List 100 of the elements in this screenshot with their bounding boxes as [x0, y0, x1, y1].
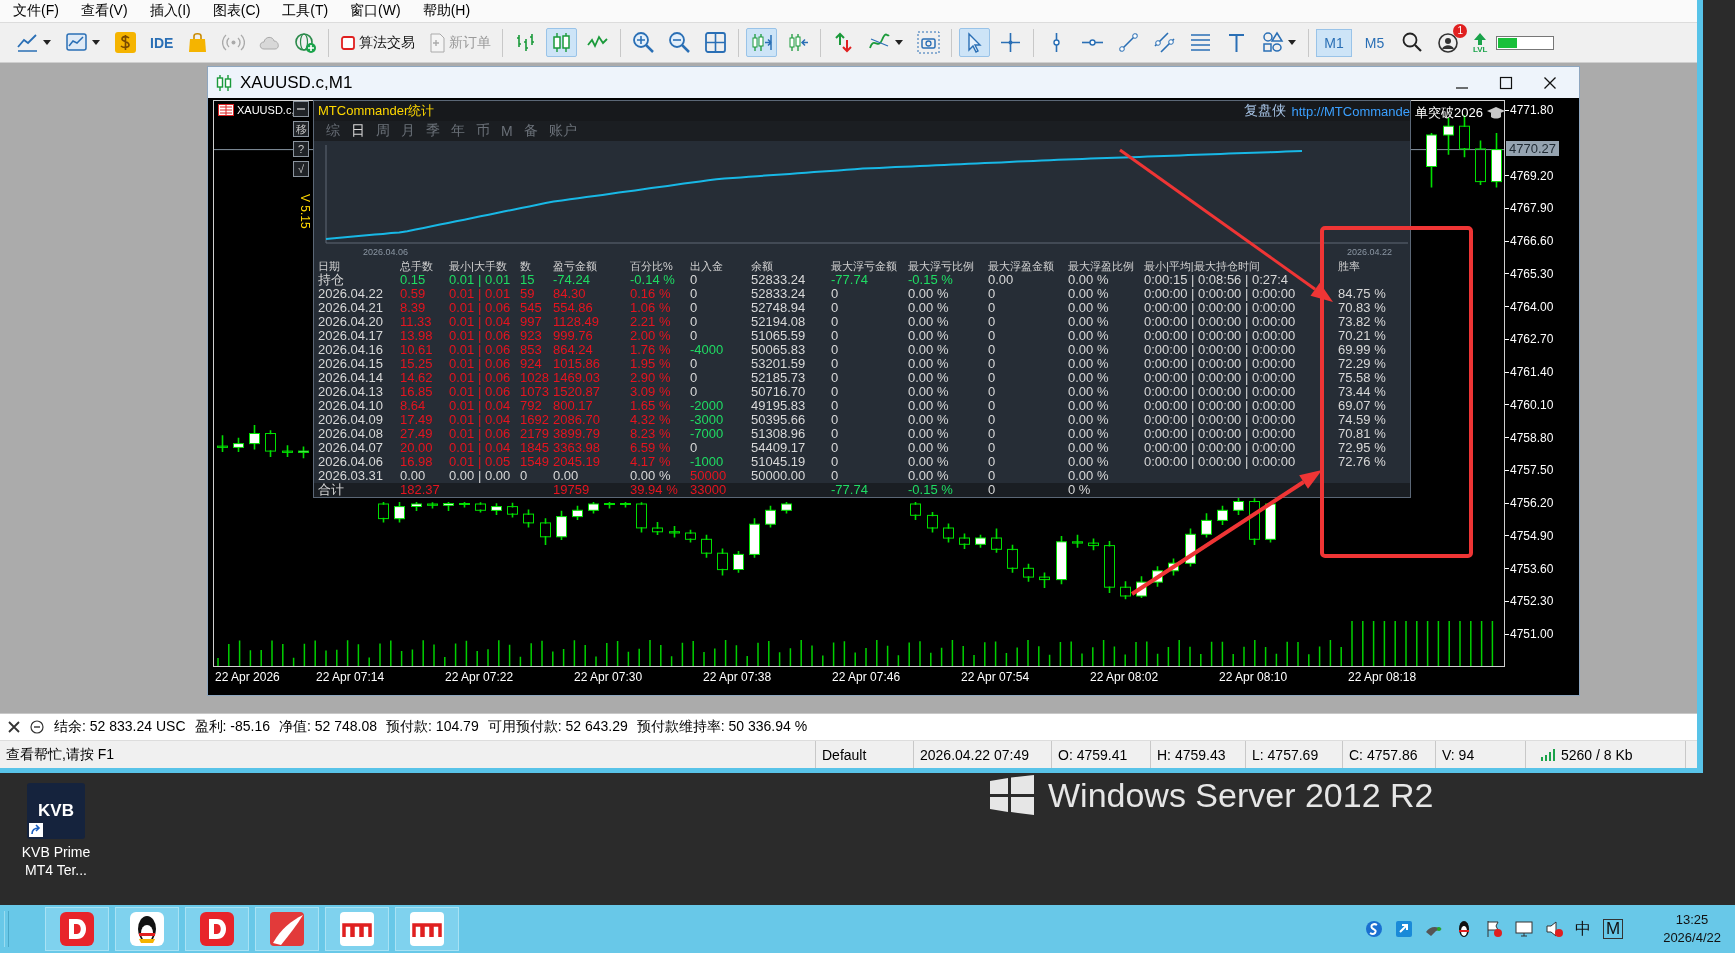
menu-item[interactable]: 文件(F) [4, 2, 72, 20]
dollar-icon[interactable] [114, 31, 137, 54]
speaker-muted-icon[interactable] [1545, 920, 1563, 938]
clock-date[interactable]: 2026/4/22 [1663, 929, 1721, 947]
close-icon[interactable] [1543, 75, 1557, 90]
caret-icon[interactable] [91, 39, 101, 46]
table-cell-text: 70.83 % [1338, 301, 1387, 315]
algo-trading-button[interactable]: 算法交易 [336, 30, 420, 55]
period-tab[interactable]: 日 [351, 122, 365, 140]
timeframe-tab[interactable]: M1 [1316, 28, 1352, 57]
table-cell-text: 20.00 [400, 441, 434, 455]
input-method-indicator[interactable]: 中 [1575, 918, 1591, 940]
arrow-square-icon[interactable] [1395, 920, 1413, 938]
clock-time[interactable]: 13:25 [1675, 911, 1709, 929]
cursor-button[interactable] [959, 28, 991, 57]
table-cell-text: 0:00:00 | 0:00:00 | 0:00:00 [1144, 427, 1297, 441]
caret-icon[interactable] [42, 39, 52, 46]
table-cell-text: 2026.04.08 [318, 427, 385, 441]
table-cell-text: -74.24 [553, 273, 591, 287]
letter-d-icon[interactable] [197, 909, 237, 949]
app-logo[interactable]: KVB [27, 783, 85, 839]
table-cell-text: 0.01 | 0.06 [449, 427, 512, 441]
close-icon[interactable] [8, 721, 20, 733]
grid-icon[interactable] [704, 31, 728, 54]
flag-error-icon[interactable] [1485, 920, 1503, 938]
table-cell-text: 0.01 | 0.06 [449, 357, 512, 371]
table-cell-text: 1028 [520, 371, 550, 385]
website-link[interactable]: http://MTCommande [1291, 103, 1410, 119]
price-label: 4752.30 [1510, 594, 1554, 609]
panel-button[interactable]: 移 [293, 121, 309, 137]
monitor-icon[interactable] [1515, 920, 1533, 938]
fibonacci-lines-icon[interactable] [1189, 31, 1213, 54]
candle [1459, 115, 1470, 158]
table-cell-text: 2026.04.07 [318, 441, 385, 455]
panel-button[interactable]: √ [293, 161, 309, 177]
shapes-icon[interactable] [1261, 31, 1285, 54]
penguin-icon[interactable] [127, 909, 167, 949]
minimize-button[interactable] [293, 101, 309, 117]
table-cell-text: 2179 [520, 427, 550, 441]
timeframe-tab[interactable]: M5 [1356, 28, 1393, 57]
channel-icon[interactable] [1153, 31, 1177, 54]
candle [1023, 563, 1034, 582]
collapse-icon[interactable] [30, 720, 44, 734]
line-chart-icon[interactable] [16, 31, 39, 54]
time-label: 22 Apr 08:10 [1219, 670, 1288, 684]
table-cell-text: 2026.04.10 [318, 399, 385, 413]
table-icon[interactable] [218, 104, 234, 116]
menu-item[interactable]: 帮助(H) [413, 2, 484, 20]
table-cell-text: 0.01 | 0.06 [449, 343, 512, 357]
table-cell-text: 1469.03 [553, 371, 601, 385]
menu-item[interactable]: 工具(T) [273, 2, 342, 20]
bar-volume: V: 94 [1442, 746, 1475, 763]
menu-item[interactable]: 查看(V) [71, 2, 141, 20]
arches-icon[interactable] [337, 909, 377, 949]
ide-button[interactable]: IDE [146, 34, 178, 51]
table-cell-text: 27.49 [400, 427, 434, 441]
time-label: 22 Apr 07:30 [574, 670, 643, 684]
table-cell-text: -4000 [690, 343, 725, 357]
document-plus-icon [428, 32, 447, 53]
arches-icon[interactable] [407, 909, 447, 949]
table-cell-text: 0.00 % [1068, 343, 1110, 357]
table-cell-text: 0.00 % [908, 315, 950, 329]
table-cell-text: 545 [520, 301, 543, 315]
globe-plus-icon[interactable] [294, 31, 318, 54]
table-cell-text: 59 [520, 287, 536, 301]
table-cell-text: 52833.24 [751, 273, 807, 287]
table-cell-text: 70.21 % [1338, 329, 1387, 343]
caret-icon[interactable] [1287, 39, 1298, 46]
table-cell-text: 0.01 | 0.04 [449, 413, 512, 427]
table-cell-text: 73.82 % [1338, 315, 1387, 329]
autoscroll-button[interactable] [746, 28, 778, 57]
zoom-in-icon[interactable] [632, 31, 656, 54]
column-header: 最大浮盈金额 [988, 259, 1055, 273]
zoom-out-icon[interactable] [668, 31, 692, 54]
camera-icon[interactable] [917, 31, 941, 54]
desktop-icon-label[interactable]: KVB Prime MT4 Ter... [10, 843, 102, 879]
swoosh-icon[interactable] [267, 909, 307, 949]
menu-item[interactable]: 插入(I) [140, 2, 204, 20]
candle [298, 446, 309, 459]
time-label: 22 Apr 08:18 [1348, 670, 1417, 684]
menu-item[interactable]: 窗口(W) [341, 2, 414, 20]
menu-item[interactable]: 图表(C) [203, 2, 274, 20]
table-cell-text: 54409.17 [751, 441, 807, 455]
table-cell-text: 0.00 % [630, 469, 672, 483]
letter-d-icon[interactable] [57, 909, 97, 949]
candle [991, 528, 1002, 553]
panel-button[interactable]: ? [293, 141, 309, 157]
table-cell-text: 2026.03.31 [318, 469, 385, 483]
candlestick-button[interactable] [546, 28, 578, 57]
candle [217, 435, 228, 452]
column-header: 总手数 [400, 259, 434, 273]
caret-icon[interactable] [894, 39, 905, 46]
trend-line-icon[interactable] [1117, 31, 1141, 54]
table-cell-text: 0 [690, 385, 699, 399]
table-cell-text: 1.65 % [630, 399, 672, 413]
s-circle-icon[interactable] [1365, 920, 1383, 938]
input-mode-indicator[interactable]: M [1603, 919, 1624, 939]
maximize-icon[interactable] [1499, 75, 1513, 90]
chart-window-icon[interactable] [65, 31, 88, 54]
table-cell-text: 0 [831, 343, 840, 357]
